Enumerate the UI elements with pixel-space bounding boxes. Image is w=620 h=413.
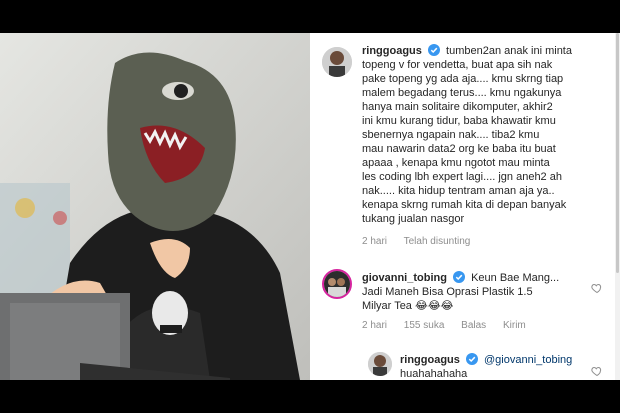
comment-text: giovanni_tobing Keun Bae Mang... Jadi Ma… xyxy=(362,271,592,313)
caption-line: malem begadang terus.... kmu ngakunya xyxy=(362,87,562,99)
send-button[interactable]: Kirim xyxy=(503,320,526,331)
caption-line: ini kmu kurang tidur, baba khawatir kmu xyxy=(362,115,556,127)
commenter-avatar[interactable] xyxy=(322,269,352,299)
caption-line: tumben2an anak ini minta xyxy=(446,45,572,57)
caption-line: apaaa , kenapa kmu ngotot mau minta xyxy=(362,157,550,169)
reply-button[interactable]: Balas xyxy=(461,320,486,331)
caption-author-name[interactable]: ringgoagus xyxy=(362,45,422,57)
reply-author-avatar[interactable] xyxy=(368,352,392,376)
comment-time[interactable]: 2 hari xyxy=(362,320,387,331)
caption-time[interactable]: 2 hari xyxy=(362,236,387,247)
caption-line: sbenernya ngapain nak.... tiba2 kmu xyxy=(362,129,540,141)
reply-text: ringgoagus @giovanni_tobing huahahahaha xyxy=(400,353,590,380)
verified-badge-icon xyxy=(463,353,484,366)
comments-panel[interactable]: ringgoagus tumben2an anak ini minta tope… xyxy=(310,33,620,380)
heart-icon[interactable] xyxy=(591,281,603,294)
caption-line: tukang jualan nasgor xyxy=(362,213,465,225)
caption-line: kenapa skrng rumah kita di depan banyak xyxy=(362,199,567,211)
caption-line: nak..... kita hidup tentram aman aja ya.… xyxy=(362,185,555,197)
caption-line: topeng v for vendetta, buat apa sih nak xyxy=(362,59,553,71)
comment-likes[interactable]: 155 suka xyxy=(404,320,445,331)
caption-edited: Telah disunting xyxy=(403,236,471,247)
commenter-name[interactable]: giovanni_tobing xyxy=(362,272,447,284)
comment-line: Jadi Maneh Bisa Oprasi Plastik 1.5 xyxy=(362,286,533,298)
reply-author-name[interactable]: ringgoagus xyxy=(400,354,460,366)
caption-line: hanya main solitaire dikomputer, akhir2 xyxy=(362,101,553,113)
caption-line: pake topeng yg ada aja.... kmu skrng tia… xyxy=(362,73,564,85)
verified-badge-icon xyxy=(425,44,446,57)
scrollbar-thumb[interactable] xyxy=(616,33,619,273)
caption-line: les coding lbh expert lagi.... jgn aneh2… xyxy=(362,171,562,183)
mention-link[interactable]: @giovanni_tobing xyxy=(484,354,572,366)
post-photo xyxy=(0,33,310,380)
comment-meta: 2 hari 155 suka Balas Kirim xyxy=(362,320,540,332)
comment-line: Keun Bae Mang... xyxy=(471,272,560,284)
heart-icon[interactable] xyxy=(591,364,603,377)
caption-meta: 2 hari Telah disunting xyxy=(362,236,484,248)
caption-line: mau nawarin data2 org ke baba itu buat xyxy=(362,143,556,155)
scrollbar[interactable] xyxy=(615,33,620,380)
instagram-post-frame: ringgoagus tumben2an anak ini minta tope… xyxy=(0,33,620,380)
reply-line: huahahahaha xyxy=(400,368,468,380)
caption-text: ringgoagus tumben2an anak ini minta tope… xyxy=(362,44,610,226)
comment-line: Milyar Tea 😂😂😂 xyxy=(362,300,454,312)
author-avatar[interactable] xyxy=(322,47,352,77)
verified-badge-icon xyxy=(450,271,471,284)
